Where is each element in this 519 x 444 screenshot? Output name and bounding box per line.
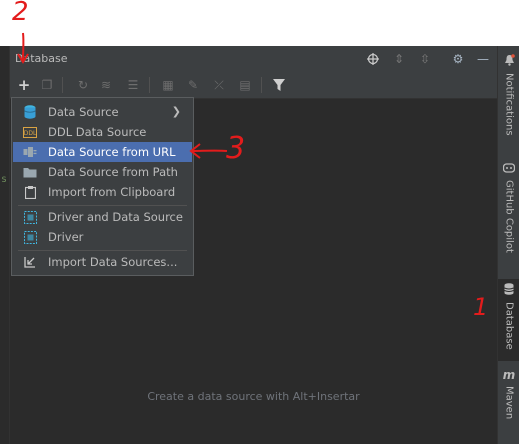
annotation-step-1: 1 — [473, 293, 489, 321]
right-tool-stripe: Notifications GitHub Copilot Database m … — [497, 46, 519, 444]
tab-maven[interactable]: m Maven — [498, 368, 519, 438]
copy-icon[interactable]: ❐ — [38, 76, 56, 94]
menu-item-import-from-clipboard[interactable]: Import from Clipboard — [13, 182, 192, 202]
annotation-arrow-down-icon — [17, 32, 29, 64]
settings-icon[interactable]: ⚙ — [449, 50, 467, 68]
add-icon[interactable]: + — [15, 76, 33, 94]
table-editor-icon[interactable]: ▦ — [159, 76, 177, 94]
driver-icon — [23, 230, 37, 244]
menu-item-data-source-from-path[interactable]: Data Source from Path — [13, 162, 192, 182]
toolbar-separator — [149, 77, 150, 93]
menu-separator — [18, 250, 187, 251]
top-white-area — [0, 0, 519, 46]
menu-item-label: Data Source — [48, 105, 119, 119]
folder-icon — [23, 165, 37, 179]
properties-icon[interactable]: ≋ — [97, 76, 115, 94]
jump-icon[interactable]: ⤫ — [210, 76, 228, 94]
tab-label: Database — [503, 302, 515, 350]
tab-github-copilot[interactable]: GitHub Copilot — [498, 162, 519, 262]
tab-notifications[interactable]: Notifications — [498, 54, 519, 154]
ddl-icon: DDL — [23, 125, 37, 139]
crosshair-icon[interactable] — [364, 50, 382, 68]
tab-label: Maven — [503, 386, 515, 420]
menu-item-import-data-sources[interactable]: Import Data Sources... — [13, 252, 192, 272]
new-datasource-menu: Data Source ❯ DDL DDL Data Source Data S… — [11, 97, 194, 276]
bell-icon — [504, 54, 515, 69]
import-icon — [23, 255, 37, 269]
clipboard-icon — [23, 185, 37, 199]
tool-window-header: Database ⇕ ⇳ ⚙ — — [10, 46, 497, 72]
driver-icon — [23, 210, 37, 224]
menu-item-label: Driver — [48, 230, 84, 244]
copilot-icon — [502, 162, 516, 176]
menu-item-label: Data Source from URL — [48, 145, 176, 159]
tab-database[interactable]: Database — [498, 279, 519, 361]
database-icon — [504, 283, 514, 298]
empty-state-hint: Create a data source with Alt+Insertar — [147, 390, 360, 403]
toolbar-separator — [62, 77, 63, 93]
menu-item-label: Driver and Data Source — [48, 210, 183, 224]
schema-icon[interactable]: ☰ — [124, 76, 142, 94]
menu-item-label: Import from Clipboard — [48, 185, 176, 199]
filter-icon[interactable] — [270, 76, 288, 94]
toolbar-separator — [261, 77, 262, 93]
tab-label: GitHub Copilot — [503, 180, 515, 253]
database-icon — [23, 105, 37, 119]
annotation-arrow-left-icon — [189, 143, 228, 159]
menu-item-label: Import Data Sources... — [48, 255, 178, 269]
menu-item-driver-and-data-source[interactable]: Driver and Data Source — [13, 207, 192, 227]
menu-item-ddl-data-source[interactable]: DDL DDL Data Source — [13, 122, 192, 142]
edit-icon[interactable]: ✎ — [184, 76, 202, 94]
collapse-all-icon[interactable]: ⇳ — [416, 50, 434, 68]
maven-icon: m — [502, 368, 516, 382]
url-plug-icon — [23, 145, 37, 159]
editor-fragment: s — [1, 174, 8, 185]
tab-label: Notifications — [503, 73, 515, 136]
expand-all-icon[interactable]: ⇕ — [390, 50, 408, 68]
minimize-icon[interactable]: — — [474, 50, 492, 68]
tool-window-toolbar: + ❐ ↻ ≋ ☰ ▦ ✎ ⤫ ▤ — [10, 72, 497, 99]
menu-item-data-source-from-url[interactable]: Data Source from URL — [13, 142, 192, 162]
svg-text:DDL: DDL — [24, 130, 37, 137]
annotation-step-2: 2 — [12, 0, 29, 27]
menu-separator — [18, 205, 187, 206]
console-icon[interactable]: ▤ — [236, 76, 254, 94]
annotation-step-3: 3 — [226, 131, 246, 166]
menu-item-data-source[interactable]: Data Source ❯ — [13, 102, 192, 122]
menu-item-label: DDL Data Source — [48, 125, 147, 139]
editor-gutter: s — [0, 46, 10, 444]
menu-item-label: Data Source from Path — [48, 165, 178, 179]
refresh-icon[interactable]: ↻ — [74, 76, 92, 94]
menu-item-driver[interactable]: Driver — [13, 227, 192, 247]
submenu-arrow-icon: ❯ — [171, 105, 181, 118]
